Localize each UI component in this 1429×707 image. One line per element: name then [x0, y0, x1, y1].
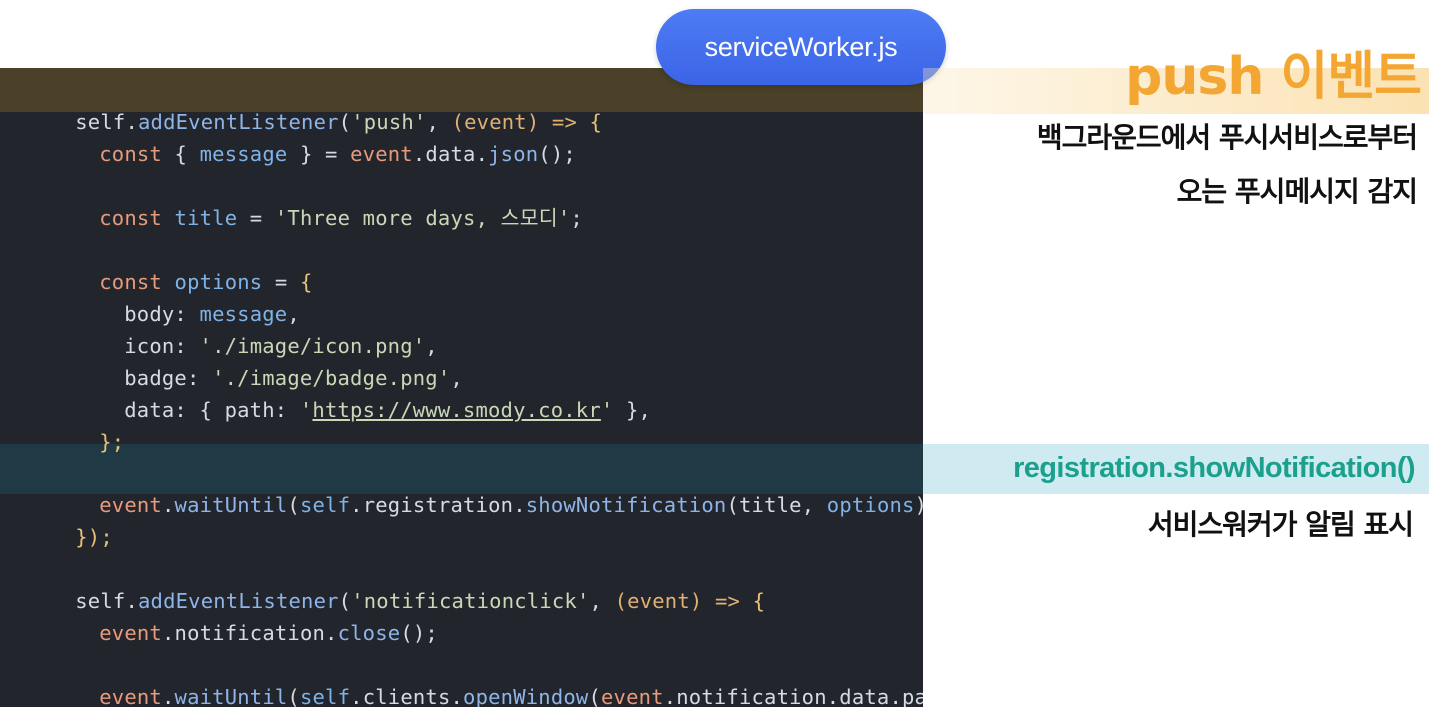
code-token: registration [362, 493, 514, 517]
code-token: . [450, 685, 464, 707]
code-token: ( [726, 493, 739, 517]
push-event-title: push 이벤트 [1125, 47, 1422, 107]
code-token: ( [588, 685, 601, 707]
show-notification-title: registration.showNotification() [1013, 452, 1416, 484]
code-token: }); [75, 525, 113, 549]
code-token: self [299, 685, 351, 707]
code-token: ( [287, 685, 300, 707]
code-token: message [199, 142, 288, 166]
code-token: ' [299, 398, 313, 422]
code-line-3: const title = 'Three more days, 스모디'; [24, 170, 583, 230]
code-line-2: const { message } = event.data.json(); [24, 106, 576, 166]
code-line-5: body: message, [49, 266, 300, 326]
code-token: self [299, 493, 351, 517]
code-token: { [752, 589, 766, 613]
code-token: { [161, 142, 200, 166]
code-token: clients [362, 685, 451, 707]
code-line-11: }); [0, 489, 113, 549]
file-name-badge: serviceWorker.js [656, 9, 946, 85]
code-token: . [161, 493, 175, 517]
code-token: waitUntil [174, 685, 288, 707]
code-url-link[interactable]: https://www.smody.co.kr [312, 398, 600, 422]
push-description-line-2: 오는 푸시메시지 감지 [1176, 175, 1418, 208]
slide: self.addEventListener('push', (event) =>… [0, 0, 1429, 707]
code-line-13: event.notification.close(); [24, 585, 438, 645]
code-token: (event) [614, 589, 703, 613]
code-line-12: self.addEventListener('notificationclick… [0, 553, 765, 613]
code-token: }, [613, 398, 652, 422]
code-token: . [350, 493, 363, 517]
code-token: const [99, 142, 162, 166]
code-token: }; [99, 430, 125, 454]
code-token: ' [600, 398, 614, 422]
code-token: (); [538, 142, 576, 166]
code-token: , [801, 493, 827, 517]
code-token: } = [287, 142, 351, 166]
code-token: ( [287, 493, 300, 517]
code-token: waitUntil [174, 493, 288, 517]
code-token: . [513, 493, 526, 517]
code-line-9: }; [24, 394, 124, 454]
code-token: data: { path: [124, 398, 300, 422]
code-token: => [702, 589, 753, 613]
code-token: .data. [412, 142, 489, 166]
code-token: .notification.data.path)) [663, 685, 923, 707]
code-token: . [350, 685, 363, 707]
code-line-14: event.waitUntil(self.clients.openWindow(… [24, 649, 923, 707]
code-token: event [99, 621, 162, 645]
code-line-4: const options = { [24, 234, 313, 294]
code-token: , [589, 589, 615, 613]
code-token: { [589, 110, 603, 134]
code-line-6: icon: './image/icon.png', [49, 298, 438, 358]
code-token: . [161, 685, 175, 707]
code-token: const [99, 206, 162, 230]
code-token: . [161, 621, 175, 645]
code-line-10: event.waitUntil(self.registration.showNo… [24, 457, 923, 517]
code-token: event [601, 685, 664, 707]
code-token: openWindow [463, 685, 589, 707]
code-line-1: self.addEventListener('push', (event) =>… [0, 74, 602, 134]
code-token: (); [400, 621, 438, 645]
code-token: 'Three more days, 스모디' [274, 206, 571, 230]
code-token: . [325, 621, 338, 645]
code-token: title [738, 493, 802, 517]
code-token: { [299, 270, 313, 294]
code-token: = [237, 206, 275, 230]
code-editor-panel: self.addEventListener('push', (event) =>… [0, 68, 923, 707]
code-token: ; [570, 206, 583, 230]
code-token: options [826, 493, 915, 517]
code-token: notification [174, 621, 326, 645]
code-line-8: data: { path: 'https://www.smody.co.kr' … [49, 362, 651, 422]
code-token: showNotification [525, 493, 727, 517]
code-token: json [488, 142, 539, 166]
code-token: event [350, 142, 413, 166]
code-line-7: badge: './image/badge.png', [49, 330, 463, 390]
code-line-15: }); [0, 681, 113, 707]
show-notification-description: 서비스워커가 알림 표시 [1147, 508, 1414, 541]
code-token: )); [915, 493, 923, 517]
code-token: title [174, 206, 238, 230]
code-token: close [337, 621, 401, 645]
push-description-line-1: 백그라운드에서 푸시서비스로부터 [1036, 121, 1418, 154]
